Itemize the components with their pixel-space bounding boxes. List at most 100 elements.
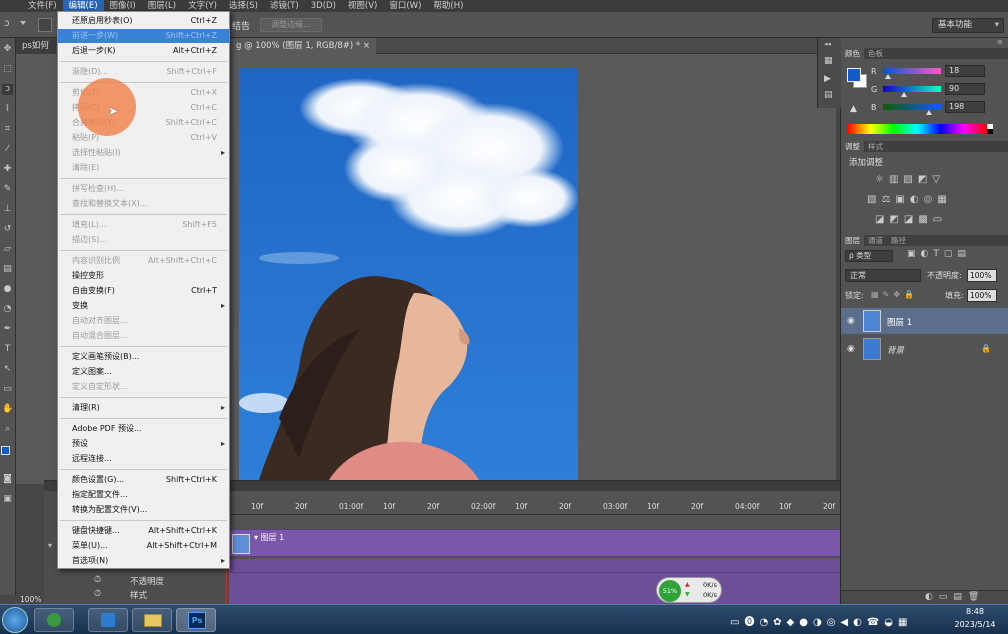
- gradient-tool-icon[interactable]: ▤: [2, 264, 13, 275]
- taskbar-app-explorer[interactable]: [132, 608, 172, 632]
- opacity-input[interactable]: 100%: [967, 269, 997, 282]
- system-tray-icons[interactable]: ▭⓿◔✿◆●◑◎◀◐☎◒▦: [730, 613, 912, 628]
- stopwatch-icon[interactable]: ⏱: [94, 589, 101, 599]
- expand-arrow-icon[interactable]: ▾: [48, 541, 52, 550]
- slider-thumb[interactable]: [901, 92, 908, 97]
- edit-menu-item[interactable]: 后退一步(K) Alt+Ctrl+Z: [58, 44, 229, 58]
- edit-menu-item[interactable]: 定义画笔预设(B)...: [58, 350, 229, 364]
- panel-menu-icon[interactable]: ≡: [997, 38, 1003, 46]
- lock-icons[interactable]: ▦✎✥🔒: [871, 290, 918, 299]
- channel-slider[interactable]: [883, 86, 941, 92]
- eraser-tool-icon[interactable]: ▱: [2, 244, 13, 255]
- taskbar-app-media[interactable]: [34, 608, 74, 632]
- blend-mode-select[interactable]: 正常: [845, 269, 921, 282]
- workspace-select[interactable]: 基本功能 ▾: [932, 18, 1004, 33]
- edit-menu-item[interactable]: 首选项(N) ▸: [58, 554, 229, 568]
- edit-menu-item[interactable]: 清理(R) ▸: [58, 401, 229, 415]
- screen-mode-icon[interactable]: ▣: [2, 494, 13, 505]
- net-speed-widget[interactable]: 51% ▲ ▼ 0K/s 0K/s: [656, 577, 722, 603]
- menu-item[interactable]: 滤镜(T): [264, 0, 305, 12]
- slider-thumb[interactable]: [885, 74, 892, 79]
- move-tool-icon[interactable]: ✥: [2, 44, 13, 55]
- timeline-ruler[interactable]: 10f 20f 01:00f 10f 20f 02:00f 10f 20f 03:00f 10f 2…: [229, 499, 889, 515]
- edit-menu-item[interactable]: 定义自定形状...: [58, 380, 229, 394]
- layer-name[interactable]: 图层 1: [887, 316, 912, 328]
- edit-menu-item[interactable]: 菜单(U)... Alt+Shift+Ctrl+M: [58, 539, 229, 553]
- layer-row[interactable]: ◉ 背景 🔒: [841, 336, 1008, 362]
- edit-menu-item[interactable]: Adobe PDF 预设...: [58, 422, 229, 436]
- channel-slider[interactable]: [883, 68, 941, 74]
- edit-menu-item[interactable]: 查找和替换文本(X)...: [58, 197, 229, 211]
- document-tab-left[interactable]: ps如何: [16, 38, 56, 54]
- lasso-icon[interactable]: ↄ: [4, 18, 16, 30]
- type-tool-icon[interactable]: T: [2, 344, 13, 355]
- edit-menu-item[interactable]: 键盘快捷键... Alt+Shift+Ctrl+K: [58, 524, 229, 538]
- edit-menu-item[interactable]: 还原启用秒表(O) Ctrl+Z: [58, 14, 229, 28]
- path-select-tool-icon[interactable]: ↖: [2, 364, 13, 375]
- edit-menu-item[interactable]: 清除(E): [58, 161, 229, 175]
- edit-menu-item[interactable]: 内容识别比例 Alt+Shift+Ctrl+C: [58, 254, 229, 268]
- slider-thumb[interactable]: [926, 110, 933, 115]
- edit-menu-item[interactable]: 前进一步(W) Shift+Ctrl+Z: [58, 29, 229, 43]
- new-selection-icon[interactable]: [38, 18, 52, 32]
- clock-time[interactable]: 8:48: [955, 607, 995, 616]
- tab-layers[interactable]: 图层: [841, 235, 864, 246]
- edit-menu-item[interactable]: 远程连接...: [58, 452, 229, 466]
- menu-item[interactable]: 窗口(W): [383, 0, 427, 12]
- clone-stamp-tool-icon[interactable]: ⊥: [2, 204, 13, 215]
- actions-icon[interactable]: ▶: [824, 74, 831, 84]
- clock-date[interactable]: 2023/5/14: [950, 620, 1000, 629]
- layer-name[interactable]: 背景: [887, 344, 904, 356]
- hand-tool-icon[interactable]: ✋: [2, 404, 13, 415]
- edit-menu-item[interactable]: 转换为配置文件(V)...: [58, 503, 229, 517]
- collapse-arrows-icon[interactable]: ◂◂: [824, 40, 831, 48]
- document-image[interactable]: [239, 68, 578, 480]
- quick-mask-icon[interactable]: ◙: [2, 474, 13, 485]
- edit-menu-item[interactable]: 拼写检查(H)...: [58, 182, 229, 196]
- timeline-clip[interactable]: ▾ 图层 1: [229, 529, 884, 557]
- layer-row[interactable]: ◉ 图层 1: [841, 308, 1008, 334]
- properties-icon[interactable]: ▤: [824, 90, 833, 100]
- history-brush-tool-icon[interactable]: ↺: [2, 224, 13, 235]
- shape-tool-icon[interactable]: ▭: [2, 384, 13, 395]
- edit-menu-item[interactable]: 自动对齐图层...: [58, 314, 229, 328]
- edit-menu-item[interactable]: 粘贴(P) Ctrl+V: [58, 131, 229, 145]
- channel-value-input[interactable]: 18: [945, 65, 985, 77]
- eyedropper-tool-icon[interactable]: ⁄: [2, 144, 13, 155]
- lasso-tool-icon[interactable]: ↄ: [2, 84, 13, 95]
- refine-edge-button[interactable]: 调整边缘...: [260, 18, 322, 32]
- zoom-level[interactable]: 100%: [20, 595, 41, 604]
- tab-color[interactable]: 颜色: [841, 48, 864, 59]
- menu-item[interactable]: 3D(D): [305, 0, 342, 12]
- edit-menu-item[interactable]: 指定配置文件...: [58, 488, 229, 502]
- zoom-tool-icon[interactable]: ⌕: [2, 424, 13, 435]
- marquee-tool-icon[interactable]: ⬚: [2, 64, 13, 75]
- history-icon[interactable]: ▦: [824, 56, 833, 66]
- stopwatch-icon[interactable]: ⏱: [94, 575, 101, 585]
- edit-menu-item[interactable]: 自动混合图层...: [58, 329, 229, 343]
- chevron-down-icon[interactable]: [20, 21, 26, 27]
- color-spectrum-bar[interactable]: [847, 124, 987, 134]
- edit-menu-item[interactable]: 预设 ▸: [58, 437, 229, 451]
- taskbar-app-photoshop[interactable]: Ps: [176, 608, 216, 632]
- healing-brush-tool-icon[interactable]: ✚: [2, 164, 13, 175]
- close-icon[interactable]: ×: [363, 41, 370, 51]
- quick-select-tool-icon[interactable]: ⌇: [2, 104, 13, 115]
- edit-menu-item[interactable]: 自由变换(F) Ctrl+T: [58, 284, 229, 298]
- edit-menu-item[interactable]: 填充(L)... Shift+F5: [58, 218, 229, 232]
- black-swatch[interactable]: [987, 129, 993, 134]
- menu-item[interactable]: 视图(V): [342, 0, 383, 12]
- tab-swatches[interactable]: 色板: [864, 48, 887, 59]
- adjustment-icons-row-3[interactable]: ◪◩◪▩▭: [875, 214, 947, 225]
- fill-input[interactable]: 100%: [967, 289, 997, 302]
- layer-action-icons[interactable]: ◐▭▤🗑: [925, 592, 985, 602]
- layer-filter-select[interactable]: ρ 类型: [845, 250, 893, 262]
- start-button[interactable]: [2, 607, 28, 633]
- document-tab-active[interactable]: g @ 100% (图层 1, RGB/8#) * ×: [230, 38, 376, 54]
- crop-tool-icon[interactable]: ⌗: [2, 124, 13, 135]
- eye-icon[interactable]: ◉: [847, 316, 855, 326]
- channel-value-input[interactable]: 198: [945, 101, 985, 113]
- edit-menu-item[interactable]: 渐隐(D)... Shift+Ctrl+F: [58, 65, 229, 79]
- edit-menu-item[interactable]: 操控变形: [58, 269, 229, 283]
- tab-adjustments[interactable]: 调整: [841, 141, 864, 152]
